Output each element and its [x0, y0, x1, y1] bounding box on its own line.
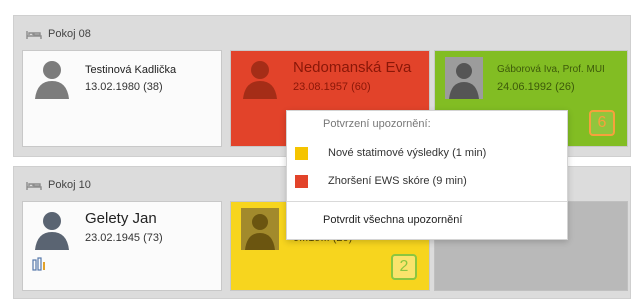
alert-item-label: Zhoršení EWS skóre (9 min)	[328, 175, 467, 187]
patient-avatar	[445, 57, 483, 99]
room-name: Pokoj 08	[48, 28, 91, 40]
popup-divider	[287, 201, 567, 202]
confirm-all-button[interactable]: Potvrdit všechna upozornění	[323, 214, 462, 226]
patient-avatar	[35, 212, 69, 250]
alert-count-badge[interactable]: 6	[589, 110, 615, 136]
patient-name: Testinová Kadlička	[85, 64, 177, 76]
alert-item-ews-score[interactable]: Zhoršení EWS skóre (9 min)	[295, 169, 557, 193]
alert-count-badge[interactable]: 2	[391, 254, 417, 280]
patient-birthdate: 24.06.1992 (26)	[497, 81, 575, 93]
alert-confirmation-popup: Potvrzení upozornění: Nové statimové výs…	[286, 110, 568, 240]
patient-card[interactable]: Gelety Jan 23.02.1945 (73)	[22, 201, 222, 291]
patient-avatar	[241, 208, 279, 250]
bed-icon	[26, 31, 42, 39]
patient-name: Gelety Jan	[85, 210, 157, 227]
alert-color-swatch	[295, 174, 308, 188]
patient-birthdate: 23.02.1945 (73)	[85, 232, 163, 244]
patient-avatar	[243, 61, 277, 99]
patient-card[interactable]: Testinová Kadlička 13.02.1980 (38)	[22, 50, 222, 147]
bed-icon	[26, 182, 42, 190]
patient-birthdate: 23.08.1957 (60)	[293, 81, 371, 93]
patient-birthdate: 13.02.1980 (38)	[85, 81, 163, 93]
room-header: Pokoj 10	[26, 175, 91, 195]
popup-title: Potvrzení upozornění:	[323, 118, 431, 130]
alert-item-label: Nové statimové výsledky (1 min)	[328, 147, 487, 159]
room-header: Pokoj 08	[26, 24, 91, 44]
room-name: Pokoj 10	[48, 179, 91, 191]
alert-item-statim-results[interactable]: Nové statimové výsledky (1 min)	[295, 141, 557, 165]
patient-name: Nedomanská Eva	[293, 59, 412, 76]
patient-name: Gáborová Iva, Prof. MUI	[497, 64, 605, 75]
patient-avatar	[35, 61, 69, 99]
alert-color-swatch	[295, 146, 308, 160]
monitor-icon	[32, 257, 45, 271]
